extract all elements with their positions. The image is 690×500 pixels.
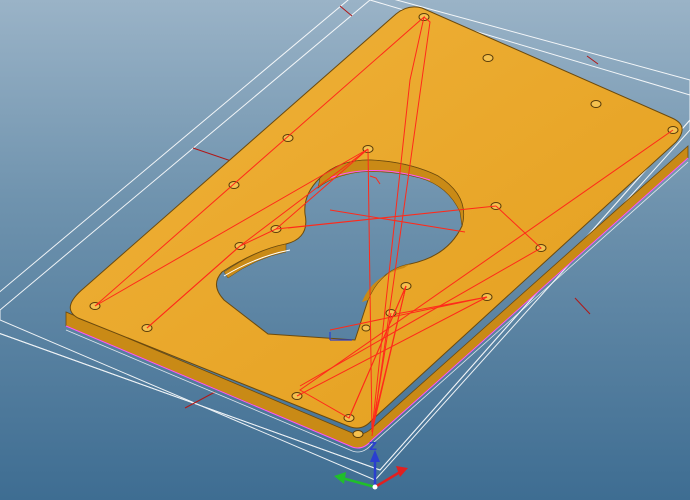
scene-canvas [0,0,690,490]
cam-3d-viewport[interactable]: Z [0,0,690,500]
z-axis-label: Z [369,440,377,453]
